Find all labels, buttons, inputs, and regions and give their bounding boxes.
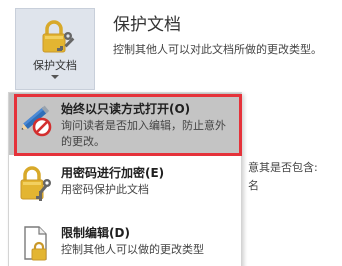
protect-document-menu: 始终以只读方式打开(O) 询问读者是否加入编辑，防止意外的更改。 用密码进行加密… [8,92,242,266]
page-title: 保护文档 [113,15,181,35]
protect-document-pane: 保护文档 保护文档 控制其他人可以对此文档所做的更改类型。 意其是否包含: 名 [0,0,342,266]
document-lock-icon [24,226,47,261]
protect-document-button-label: 保护文档 [33,59,77,72]
background-text-line: 意其是否包含: [248,161,318,174]
menu-item-always-open-read-only[interactable]: 始终以只读方式打开(O) 询问读者是否加入编辑，防止意外的更改。 [9,93,241,155]
protect-document-button[interactable]: 保护文档 [15,8,95,90]
pencil-no-entry-icon [21,105,52,137]
menu-item-title: 用密码进行加密(E) [61,166,165,180]
menu-item-title: 始终以只读方式打开(O) [61,102,191,116]
menu-item-subtitle: 询问读者是否加入编辑，防止意外的更改。 [61,119,226,148]
menu-item-encrypt-with-password[interactable]: 用密码进行加密(E) 用密码保护此文档 [9,157,241,213]
chevron-down-icon [51,75,59,79]
page-description: 控制其他人可以对此文档所做的更改类型。 [113,43,322,56]
lock-key-icon [20,166,51,201]
menu-item-title: 限制编辑(D) [61,226,130,240]
lock-key-icon [42,20,75,53]
menu-item-subtitle: 用密码保护此文档 [61,183,149,196]
menu-item-restrict-editing[interactable]: 限制编辑(D) 控制其他人可以做的更改类型 [9,217,241,266]
background-text-line: 名 [248,179,259,192]
menu-item-subtitle: 控制其他人可以做的更改类型 [61,243,204,256]
